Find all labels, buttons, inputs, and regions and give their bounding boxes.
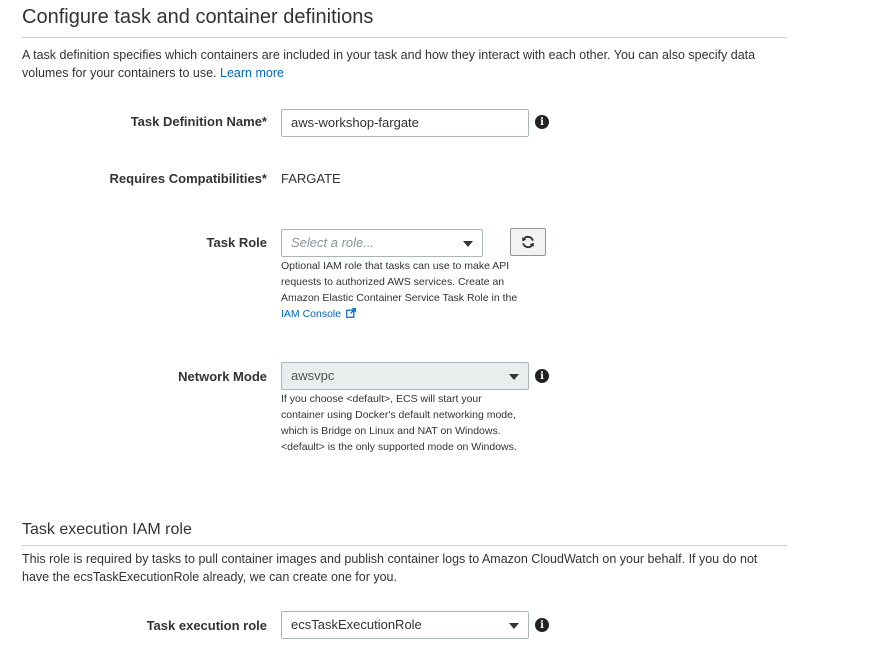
info-icon[interactable]: i [535,369,549,383]
task-execution-role-value: ecsTaskExecutionRole [291,617,422,632]
network-mode-help: If you choose <default>, ECS will start … [281,391,517,455]
help-line: Optional IAM role that tasks can use to … [281,260,510,272]
iam-console-link[interactable]: IAM Console [281,308,356,320]
task-execution-role-select[interactable]: ecsTaskExecutionRole [281,611,529,639]
description-text: A task definition specifies which contai… [22,48,756,80]
task-definition-name-label: Task Definition Name* [130,114,267,129]
help-line: If you choose <default>, ECS will start … [281,393,482,405]
requires-compatibilities-value: FARGATE [281,171,341,186]
task-execution-role-label: Task execution role [146,618,267,633]
title-divider [22,37,787,38]
refresh-icon [522,235,534,249]
task-role-placeholder: Select a role... [291,235,375,250]
help-line: requests to authorized AWS services. Cre… [281,276,505,288]
page-title: Configure task and container definitions [22,6,374,28]
section-divider [22,545,787,546]
network-mode-label: Network Mode [178,369,267,384]
help-line: <default> is the only supported mode on … [281,441,517,453]
task-role-select[interactable]: Select a role... [281,229,483,257]
chevron-down-icon [463,241,473,247]
info-icon[interactable]: i [535,618,549,632]
network-mode-value: awsvpc [291,368,335,383]
help-line: Amazon Elastic Container Service Task Ro… [281,292,518,304]
chevron-down-icon [509,374,519,380]
task-role-label: Task Role [206,235,267,250]
chevron-down-icon [509,623,519,629]
requires-compatibilities-label: Requires Compatibilities* [109,171,267,186]
help-line: container using Docker's default network… [281,409,516,421]
help-line: which is Bridge on Linux and NAT on Wind… [281,425,501,437]
info-icon[interactable]: i [535,115,549,129]
task-role-help: Optional IAM role that tasks can use to … [281,258,517,322]
learn-more-link[interactable]: Learn more [220,66,284,80]
task-definition-name-input[interactable]: aws-workshop-fargate [281,109,529,137]
external-link-icon [346,308,356,318]
section-description: A task definition specifies which contai… [22,46,782,82]
refresh-roles-button[interactable] [510,228,546,256]
task-execution-description: This role is required by tasks to pull c… [22,552,758,584]
iam-console-link-text: IAM Console [281,308,342,320]
network-mode-select[interactable]: awsvpc [281,362,529,390]
section-title-task-execution: Task execution IAM role [22,521,192,538]
